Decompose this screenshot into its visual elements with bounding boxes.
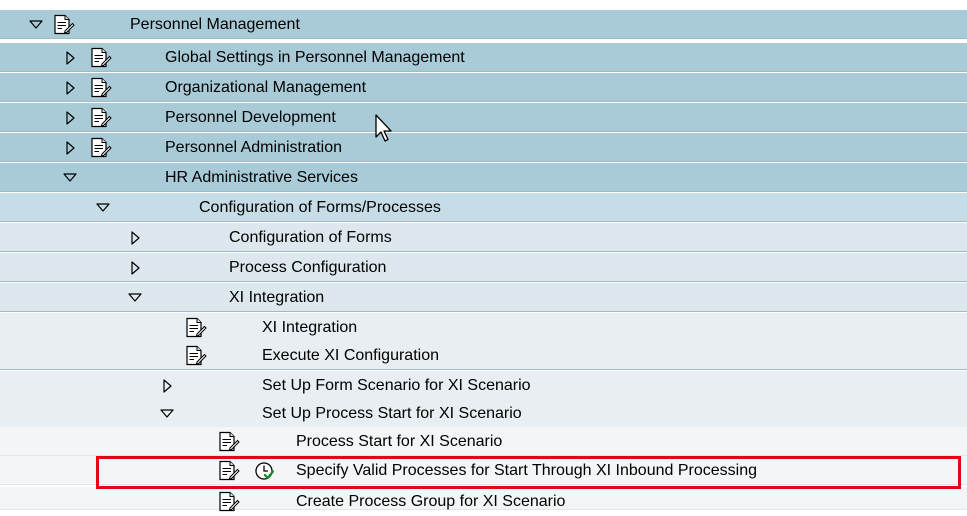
expand-arrow-down-icon[interactable] (160, 399, 174, 428)
expand-arrow-right-icon[interactable] (160, 371, 174, 400)
tree-node-label[interactable]: Create Process Group for XI Scenario (296, 487, 565, 516)
document-edit-icon[interactable] (90, 133, 112, 162)
tree-node[interactable]: Personnel Management (0, 10, 967, 39)
tree-node[interactable]: Set Up Form Scenario for XI Scenario (0, 371, 967, 400)
tree-node-label[interactable]: Process Configuration (229, 253, 386, 282)
expand-arrow-right-icon[interactable] (128, 253, 142, 282)
expand-arrow-down-icon[interactable] (29, 10, 43, 39)
tree-node-label[interactable]: Global Settings in Personnel Management (165, 43, 465, 72)
document-edit-icon[interactable] (218, 427, 240, 456)
tree-node-label[interactable]: Personnel Administration (165, 133, 342, 162)
tree-node-label[interactable]: Personnel Management (130, 10, 300, 39)
tree-node[interactable]: XI Integration (0, 283, 967, 312)
tree-node-label[interactable]: Set Up Process Start for XI Scenario (262, 399, 522, 428)
top-strip (0, 0, 967, 10)
expand-arrow-right-icon[interactable] (128, 223, 142, 252)
tree-node-label[interactable]: Configuration of Forms (229, 223, 392, 252)
tree-node[interactable]: Configuration of Forms (0, 223, 967, 252)
tree-node[interactable]: Personnel Administration (0, 133, 967, 162)
tree-node[interactable]: Set Up Process Start for XI Scenario (0, 399, 967, 428)
expand-arrow-right-icon[interactable] (63, 43, 77, 72)
expand-arrow-right-icon[interactable] (63, 133, 77, 162)
document-edit-icon[interactable] (90, 103, 112, 132)
tree-node[interactable]: Create Process Group for XI Scenario (0, 487, 967, 512)
mouse-pointer-icon (375, 114, 392, 142)
document-edit-icon[interactable] (185, 341, 207, 370)
expand-arrow-down-icon[interactable] (63, 163, 77, 192)
tree-node-label[interactable]: Execute XI Configuration (262, 341, 439, 370)
tree-node[interactable]: XI Integration (0, 313, 967, 342)
tree-node[interactable]: Execute XI Configuration (0, 341, 967, 370)
document-edit-icon[interactable] (53, 10, 75, 39)
tree-node-label[interactable]: Personnel Development (165, 103, 336, 132)
expand-arrow-down-icon[interactable] (96, 193, 110, 222)
tree-node[interactable]: Organizational Management (0, 73, 967, 102)
document-edit-icon[interactable] (185, 313, 207, 342)
highlight-box (96, 456, 961, 489)
tree-node[interactable]: Configuration of Forms/Processes (0, 193, 967, 222)
document-edit-icon[interactable] (218, 487, 240, 516)
expand-arrow-down-icon[interactable] (128, 283, 142, 312)
expand-arrow-right-icon[interactable] (63, 73, 77, 102)
tree-node-label[interactable]: XI Integration (262, 313, 357, 342)
tree-node[interactable]: Personnel Development (0, 103, 967, 132)
tree-node-label[interactable]: Configuration of Forms/Processes (199, 193, 441, 222)
document-edit-icon[interactable] (90, 43, 112, 72)
tree-node-label[interactable]: XI Integration (229, 283, 324, 312)
tree-node[interactable]: Process Configuration (0, 253, 967, 282)
tree-node[interactable]: Process Start for XI Scenario (0, 427, 967, 456)
expand-arrow-right-icon[interactable] (63, 103, 77, 132)
tree-node-label[interactable]: Set Up Form Scenario for XI Scenario (262, 371, 531, 400)
tree-node[interactable]: HR Administrative Services (0, 163, 967, 192)
tree-node-label[interactable]: Organizational Management (165, 73, 366, 102)
document-edit-icon[interactable] (90, 73, 112, 102)
tree-node[interactable]: Global Settings in Personnel Management (0, 43, 967, 72)
tree-node-label[interactable]: Process Start for XI Scenario (296, 427, 502, 456)
tree-node-label[interactable]: HR Administrative Services (165, 163, 358, 192)
